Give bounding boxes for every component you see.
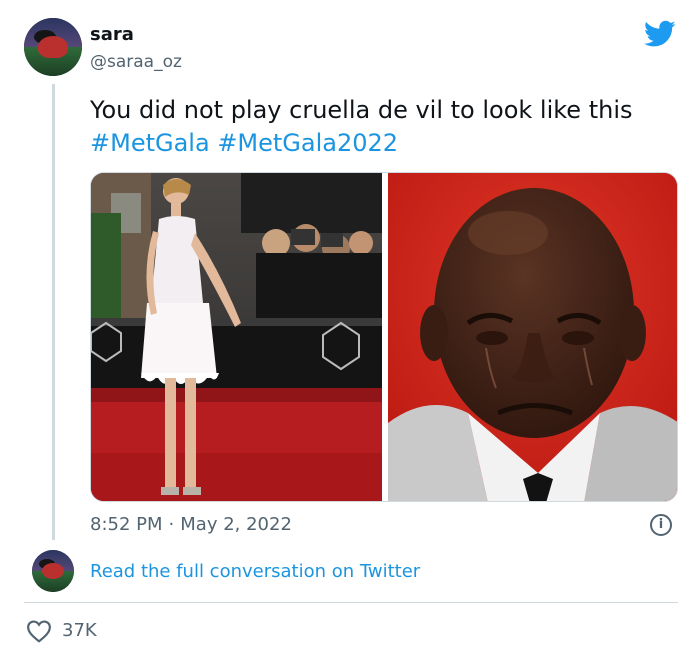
tweet-time: 8:52 PM — [90, 514, 163, 535]
tweet-date: May 2, 2022 — [180, 514, 292, 535]
twitter-bird-icon[interactable] — [644, 20, 676, 48]
crying-face-illustration — [388, 173, 677, 501]
tweet-card: sara @saraa_oz You did not play cruella … — [0, 0, 700, 656]
hashtag-metgala2022[interactable]: #MetGala2022 — [217, 129, 398, 157]
hashtag-metgala[interactable]: #MetGala — [90, 129, 210, 157]
red-carpet-illustration — [91, 173, 382, 501]
tweet-media[interactable] — [90, 172, 678, 502]
read-conversation-link[interactable]: Read the full conversation on Twitter — [90, 561, 420, 582]
thread-line — [52, 84, 55, 540]
avatar-figure — [38, 36, 68, 58]
tweet-body: You did not play cruella de vil to look … — [90, 96, 633, 124]
photo-crying-face[interactable] — [388, 173, 677, 501]
conversation-avatar[interactable] — [32, 550, 74, 592]
info-icon[interactable]: i — [650, 514, 672, 536]
avatar-figure — [42, 563, 64, 579]
author-avatar[interactable] — [24, 18, 82, 76]
divider — [24, 602, 678, 603]
author-name[interactable]: sara — [90, 24, 134, 45]
tweet-text: You did not play cruella de vil to look … — [90, 94, 680, 160]
author-handle[interactable]: @saraa_oz — [90, 52, 182, 72]
heart-icon[interactable] — [26, 619, 52, 643]
tweet-timestamp[interactable]: 8:52 PM · May 2, 2022 — [90, 514, 292, 535]
like-count[interactable]: 37K — [62, 620, 97, 641]
meta-separator: · — [168, 514, 175, 535]
photo-red-carpet[interactable] — [91, 173, 382, 501]
